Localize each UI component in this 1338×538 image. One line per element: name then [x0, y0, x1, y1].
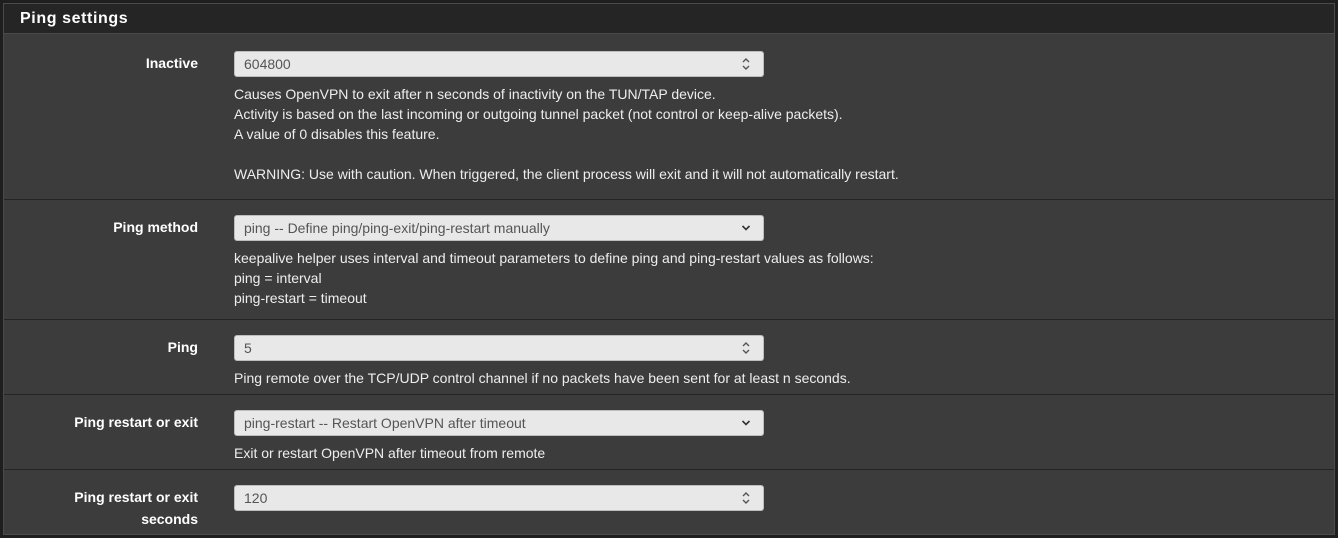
ping-action-selected: ping-restart -- Restart OpenVPN after ti… — [244, 415, 526, 431]
ping-action-label: Ping restart or exit — [74, 414, 198, 430]
ping-action-help: Exit or restart OpenVPN after timeout fr… — [234, 443, 764, 463]
inactive-help-line: Activity is based on the last incoming o… — [234, 106, 843, 122]
ping-method-label: Ping method — [113, 219, 198, 235]
ping-value: 5 — [244, 340, 252, 356]
inactive-help: Causes OpenVPN to exit after n seconds o… — [234, 84, 899, 184]
ping-method-help: keepalive helper uses interval and timeo… — [234, 248, 874, 308]
inactive-help-line: A value of 0 disables this feature. — [234, 126, 440, 142]
ping-input[interactable]: 5 — [234, 335, 764, 361]
ping-action-seconds-row: Ping restart or exit seconds 120 — [4, 470, 1334, 534]
inactive-label: Inactive — [145, 55, 198, 71]
ping-method-row: Ping method ping -- Define ping/ping-exi… — [4, 200, 1334, 320]
ping-method-selected: ping -- Define ping/ping-exit/ping-resta… — [244, 220, 550, 236]
ping-action-seconds-label-line: Ping restart or exit — [74, 489, 198, 505]
inactive-help-line: Causes OpenVPN to exit after n seconds o… — [234, 86, 716, 102]
ping-action-seconds-label: Ping restart or exit seconds — [18, 486, 198, 530]
ping-method-help-line: keepalive helper uses interval and timeo… — [234, 250, 874, 266]
inactive-value: 604800 — [244, 56, 291, 72]
ping-field: 5 Ping remote over the TCP/UDP control c… — [234, 335, 851, 388]
spinner-arrows-icon[interactable] — [741, 56, 751, 72]
ping-settings-panel: Ping settings Inactive 604800 Causes Ope… — [3, 3, 1335, 535]
inactive-row: Inactive 604800 Causes OpenVPN to exit a… — [4, 34, 1334, 200]
spinner-arrows-icon[interactable] — [741, 340, 751, 356]
chevron-down-icon — [741, 420, 751, 426]
ping-label: Ping — [167, 339, 198, 355]
ping-method-field: ping -- Define ping/ping-exit/ping-resta… — [234, 215, 874, 308]
spinner-arrows-icon[interactable] — [741, 490, 751, 506]
panel-title: Ping settings — [4, 4, 1334, 34]
ping-row: Ping 5 Ping remote over the TCP/UDP cont… — [4, 320, 1334, 395]
ping-action-field: ping-restart -- Restart OpenVPN after ti… — [234, 410, 764, 463]
chevron-down-icon — [741, 225, 751, 231]
ping-method-help-line: ping = interval — [234, 270, 322, 286]
ping-action-seconds-input[interactable]: 120 — [234, 485, 764, 511]
ping-action-seconds-field: 120 — [234, 485, 764, 511]
ping-action-row: Ping restart or exit ping-restart -- Res… — [4, 395, 1334, 470]
ping-action-seconds-value: 120 — [244, 490, 268, 506]
ping-help-line: Ping remote over the TCP/UDP control cha… — [234, 370, 851, 386]
ping-method-select[interactable]: ping -- Define ping/ping-exit/ping-resta… — [234, 215, 764, 241]
ping-method-help-line: ping-restart = timeout — [234, 290, 367, 306]
ping-action-help-line: Exit or restart OpenVPN after timeout fr… — [234, 445, 546, 461]
ping-action-select[interactable]: ping-restart -- Restart OpenVPN after ti… — [234, 410, 764, 436]
inactive-warning: WARNING: Use with caution. When triggere… — [234, 166, 899, 182]
ping-help: Ping remote over the TCP/UDP control cha… — [234, 368, 851, 388]
inactive-field: 604800 Causes OpenVPN to exit after n se… — [234, 51, 899, 184]
inactive-input[interactable]: 604800 — [234, 51, 764, 77]
ping-action-seconds-label-line: seconds — [141, 511, 198, 527]
inactive-help-line — [234, 144, 764, 164]
